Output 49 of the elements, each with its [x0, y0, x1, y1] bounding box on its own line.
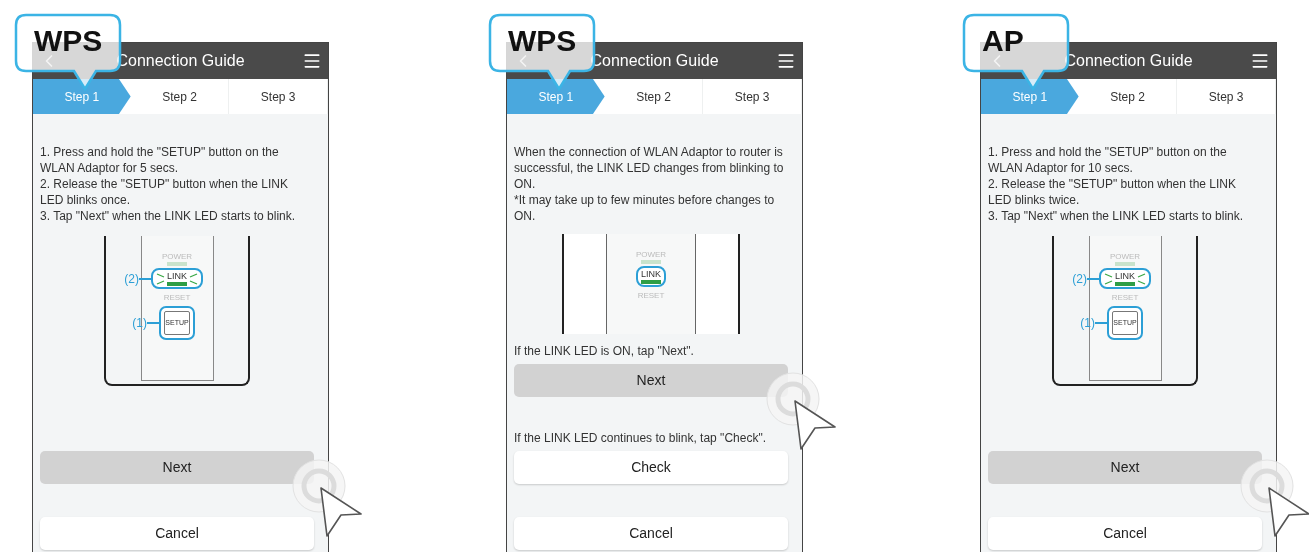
link-led-icon: [1115, 282, 1135, 286]
blink-rays-icon: [1137, 272, 1146, 285]
mode-label: WPS: [508, 23, 577, 59]
step-tab[interactable]: Step 2: [1078, 79, 1178, 114]
callout-number: (2): [124, 272, 139, 285]
instruction-text: When the connection of WLAN Adaptor to router is successful, the LINK LED changes from blinking to ON.: [514, 144, 785, 192]
menu-icon[interactable]: [302, 51, 322, 71]
instruction-text: 2. Release the "SETUP" button when the LINK LED blinks once.: [40, 176, 289, 208]
mode-label: AP: [982, 23, 1024, 59]
blink-rays-icon: [189, 272, 198, 285]
step-tab[interactable]: Step 2: [604, 79, 704, 114]
action-button[interactable]: Next: [514, 364, 788, 397]
instruction-text: 1. Press and hold the "SETUP" button on the WLAN Adaptor for 10 secs.: [988, 144, 1228, 176]
blink-rays-icon: [1104, 272, 1113, 285]
instruction-text: 1. Press and hold the "SETUP" button on the WLAN Adaptor for 5 secs.: [40, 144, 280, 176]
action-button[interactable]: Check: [514, 451, 788, 484]
link-label: LINK: [1115, 271, 1135, 281]
link-label: LINK: [167, 271, 187, 281]
instruction-text: 2. Release the "SETUP" button when the LINK LED blinks twice.: [988, 176, 1237, 208]
power-led-icon: [1115, 262, 1135, 266]
callout-number: (1): [132, 317, 147, 329]
step-tab[interactable]: Step 3: [1177, 79, 1276, 114]
action-button[interactable]: Next: [988, 451, 1262, 484]
power-label: POWER: [161, 252, 193, 261]
power-led-icon: [167, 262, 187, 266]
callout-number: (1): [1080, 317, 1095, 329]
power-label: POWER: [635, 250, 667, 259]
blink-rays-icon: [156, 272, 165, 285]
menu-icon[interactable]: [776, 51, 796, 71]
mode-label: WPS: [34, 23, 103, 59]
power-label: POWER: [1109, 252, 1141, 261]
instruction-text: *It may take up to few minutes before changes to ON.: [514, 192, 776, 224]
callout-number: (2): [1072, 272, 1087, 285]
instruction-text: 3. Tap "Next" when the LINK LED starts to blink.: [40, 208, 297, 224]
link-led-icon: [167, 282, 187, 286]
link-led-icon: [641, 280, 661, 284]
action-button[interactable]: Next: [40, 451, 314, 484]
menu-icon[interactable]: [1250, 51, 1270, 71]
instruction-text: 3. Tap "Next" when the LINK LED starts to blink.: [988, 208, 1245, 224]
instruction-note: If the LINK LED is ON, tap "Next".: [514, 343, 695, 359]
action-button[interactable]: Cancel: [40, 517, 314, 550]
link-label: LINK: [641, 269, 661, 279]
step-tab[interactable]: Step 3: [703, 79, 802, 114]
power-led-icon: [641, 260, 661, 264]
step-tab[interactable]: Step 2: [130, 79, 230, 114]
action-button[interactable]: Cancel: [514, 517, 788, 550]
step-tab[interactable]: Step 3: [229, 79, 328, 114]
instruction-note: If the LINK LED continues to blink, tap "Check".: [514, 430, 767, 446]
action-button[interactable]: Cancel: [988, 517, 1262, 550]
